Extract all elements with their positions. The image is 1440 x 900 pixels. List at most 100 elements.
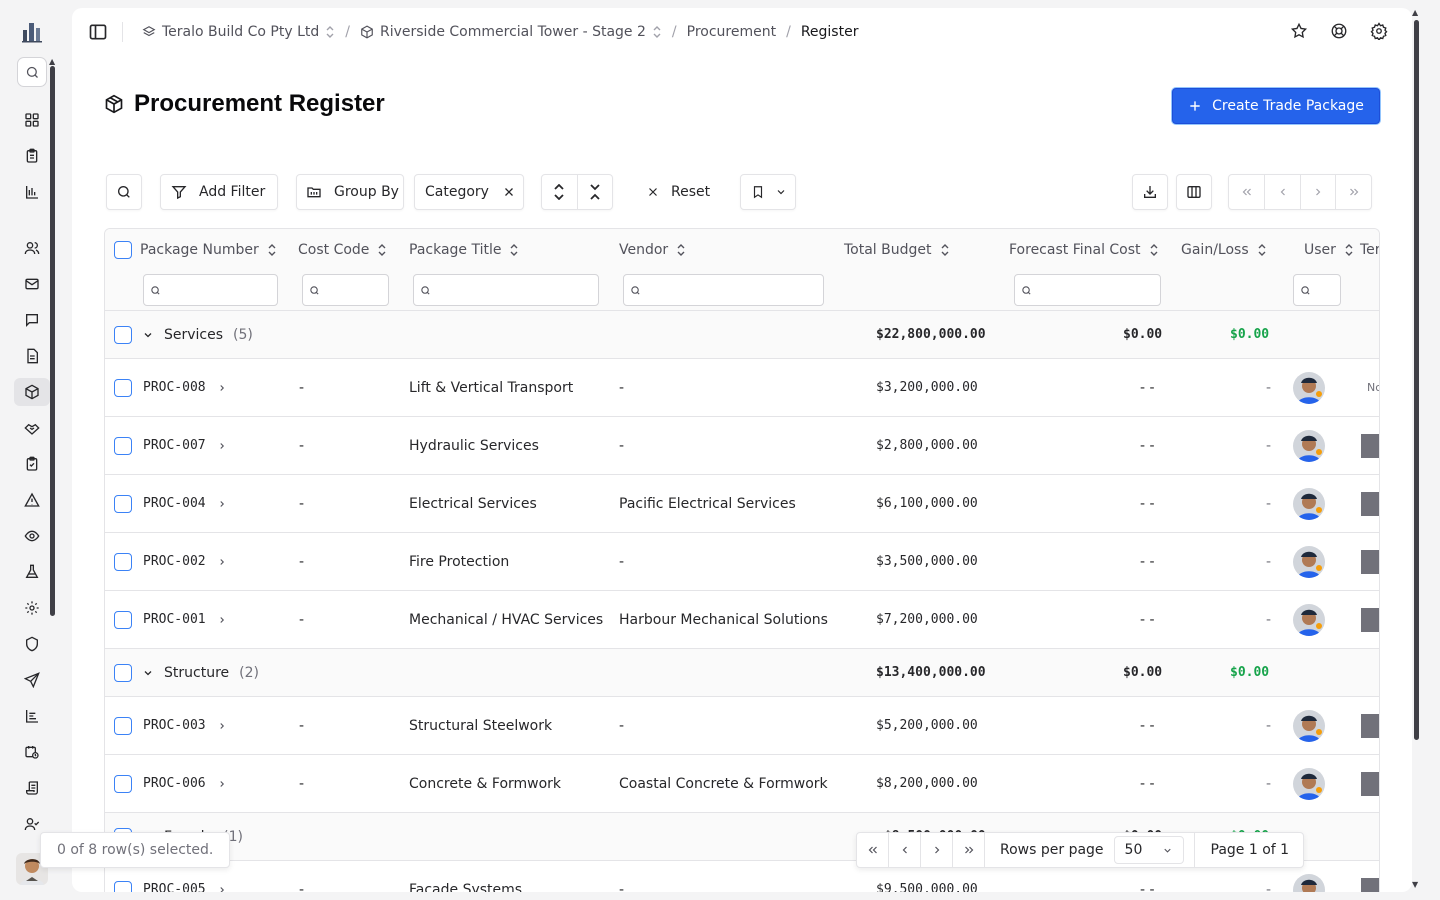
chevron-right-icon[interactable]	[217, 779, 227, 789]
chevron-right-icon[interactable]	[217, 557, 227, 567]
row-checkbox[interactable]	[114, 378, 132, 397]
create-trade-package-button[interactable]: Create Trade Package	[1172, 88, 1380, 124]
rows-per-page-select[interactable]: 50	[1113, 836, 1184, 864]
columns-button[interactable]	[1176, 174, 1212, 210]
sort-icon[interactable]	[509, 244, 519, 256]
chevron-down-icon[interactable]	[142, 329, 154, 341]
package-number[interactable]: PROC-006	[143, 776, 206, 791]
nav-dashboard[interactable]	[14, 106, 50, 134]
nav-safety[interactable]	[14, 630, 50, 658]
sort-icon[interactable]	[1149, 244, 1159, 256]
row-checkbox[interactable]	[114, 880, 132, 892]
row-checkbox[interactable]	[114, 552, 132, 571]
package-number[interactable]: PROC-001	[143, 612, 206, 627]
package-number[interactable]: PROC-005	[143, 882, 206, 892]
user-avatar[interactable]	[1293, 603, 1325, 636]
table-row[interactable]: PROC-006 - Concrete & Formwork Coastal C…	[105, 755, 1379, 813]
breadcrumb-project[interactable]: Riverside Commercial Tower - Stage 2	[360, 24, 662, 40]
nav-messages[interactable]	[14, 306, 50, 334]
nav-mail[interactable]	[14, 270, 50, 298]
sort-icon[interactable]	[267, 244, 277, 256]
table-row[interactable]: PROC-008 - Lift & Vertical Transport - $…	[105, 359, 1379, 417]
user-filter-input[interactable]	[1293, 274, 1341, 306]
column-user[interactable]: User	[1304, 239, 1354, 261]
nav-settings[interactable]	[14, 594, 50, 622]
user-avatar[interactable]	[1293, 371, 1325, 404]
nav-testing[interactable]	[14, 558, 50, 586]
nav-transmittals[interactable]	[14, 666, 50, 694]
expand-all-button[interactable]	[542, 175, 577, 209]
column-vendor[interactable]: Vendor	[619, 239, 686, 261]
chevron-down-icon[interactable]	[142, 667, 154, 679]
nav-inspections[interactable]	[14, 522, 50, 550]
row-checkbox[interactable]	[114, 325, 132, 344]
chevron-right-icon[interactable]	[217, 885, 227, 892]
chevron-right-icon[interactable]	[217, 499, 227, 509]
search-button[interactable]	[17, 57, 47, 87]
row-checkbox[interactable]	[114, 436, 132, 455]
nav-schedule[interactable]	[14, 738, 50, 766]
package-title-filter-input[interactable]	[413, 274, 599, 306]
chevron-right-icon[interactable]	[217, 721, 227, 731]
table-row[interactable]: PROC-001 - Mechanical / HVAC Services Ha…	[105, 591, 1379, 649]
nav-reports[interactable]	[14, 178, 50, 206]
package-number[interactable]: PROC-003	[143, 718, 206, 733]
sort-icon[interactable]	[676, 244, 686, 256]
row-checkbox[interactable]	[114, 663, 132, 682]
page-scroll-down-icon[interactable]: ▼	[1412, 880, 1418, 889]
table-row[interactable]: PROC-004 - Electrical Services Pacific E…	[105, 475, 1379, 533]
page-scroll-up-icon[interactable]: ▲	[1412, 8, 1418, 17]
support-icon[interactable]	[1330, 22, 1348, 40]
user-avatar[interactable]	[1293, 767, 1325, 800]
app-logo-icon[interactable]	[20, 20, 44, 44]
cost-code-filter-input[interactable]	[302, 274, 389, 306]
user-avatar[interactable]	[1293, 709, 1325, 742]
package-number[interactable]: PROC-007	[143, 438, 206, 453]
chevron-right-icon[interactable]	[217, 441, 227, 451]
table-row[interactable]: PROC-003 - Structural Steelwork - $5,200…	[105, 697, 1379, 755]
package-number[interactable]: PROC-004	[143, 496, 206, 511]
nav-clipboard[interactable]	[14, 142, 50, 170]
nav-risks[interactable]	[14, 486, 50, 514]
nav-documents[interactable]	[14, 342, 50, 370]
row-checkbox[interactable]	[114, 494, 132, 513]
breadcrumb-company[interactable]: Teralo Build Co Pty Ltd	[142, 24, 335, 40]
chevron-right-icon[interactable]	[217, 383, 227, 393]
forecast-filter-input[interactable]	[1014, 274, 1161, 306]
sort-icon[interactable]	[377, 244, 387, 256]
table-search-button[interactable]	[106, 174, 142, 210]
sidebar-toggle-icon[interactable]	[88, 22, 108, 42]
close-icon[interactable]	[503, 186, 515, 198]
table-row[interactable]: PROC-007 - Hydraulic Services - $2,800,0…	[105, 417, 1379, 475]
nav-users[interactable]	[14, 234, 50, 262]
group-chip-category[interactable]: Category	[414, 174, 524, 210]
first-page-button[interactable]	[1229, 175, 1264, 209]
nav-records[interactable]	[14, 774, 50, 802]
sidebar-scrollbar[interactable]	[50, 66, 55, 616]
nav-contracts[interactable]	[14, 414, 50, 442]
user-avatar[interactable]	[1293, 873, 1325, 892]
saved-views-button[interactable]	[740, 174, 796, 210]
star-icon[interactable]	[1290, 22, 1308, 40]
first-page-button[interactable]	[857, 833, 889, 867]
sidebar-scroll-up-icon[interactable]: ▲	[49, 57, 55, 66]
settings-icon[interactable]	[1370, 22, 1388, 40]
user-avatar[interactable]	[1293, 487, 1325, 520]
nav-procurement[interactable]	[14, 378, 50, 406]
user-avatar[interactable]	[1293, 429, 1325, 462]
group-row-services[interactable]: Services (5) $22,800,000.00 $0.00 $0.00	[105, 311, 1379, 359]
breadcrumb-section[interactable]: Procurement	[687, 24, 776, 40]
row-checkbox[interactable]	[114, 716, 132, 735]
chevron-right-icon[interactable]	[217, 615, 227, 625]
add-filter-button[interactable]: Add Filter	[160, 174, 278, 210]
column-package-number[interactable]: Package Number	[114, 239, 277, 261]
row-checkbox[interactable]	[114, 610, 132, 629]
package-number-filter-input[interactable]	[143, 274, 278, 306]
group-row-structure[interactable]: Structure (2) $13,400,000.00 $0.00 $0.00	[105, 649, 1379, 697]
collapse-all-button[interactable]	[576, 175, 612, 209]
sort-icon[interactable]	[1344, 244, 1354, 256]
column-package-title[interactable]: Package Title	[409, 239, 519, 261]
prev-page-button[interactable]	[1264, 175, 1300, 209]
page-scrollbar[interactable]	[1414, 20, 1419, 740]
last-page-button[interactable]	[953, 833, 985, 867]
